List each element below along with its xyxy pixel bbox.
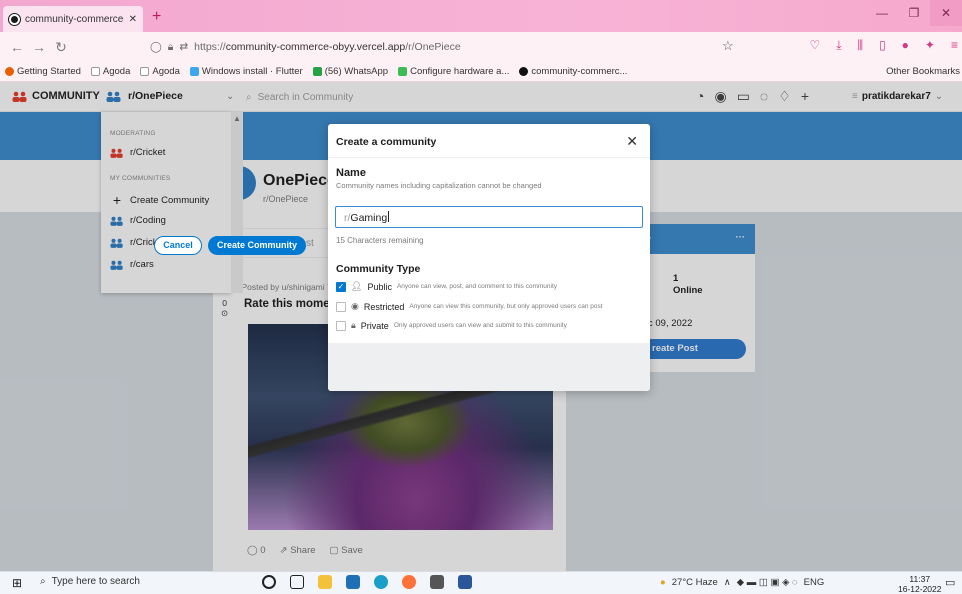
bookmark-item[interactable]: community-commerc... xyxy=(519,66,627,77)
firefox-icon[interactable] xyxy=(402,575,416,589)
person-icon: 👤︎ xyxy=(351,281,363,291)
type-option-public[interactable]: ✓ 👤︎ Public Anyone can view, post, and c… xyxy=(336,281,557,292)
restore-icon[interactable]: ❐ xyxy=(898,0,930,26)
modal-footer xyxy=(328,343,650,391)
file-explorer-icon[interactable] xyxy=(318,575,332,589)
site-favicon-icon xyxy=(9,13,20,25)
search-icon: ⌕ xyxy=(40,576,46,587)
address-bar[interactable]: ◯ 🔒︎ ⇄ https://community-commerce-obyy.v… xyxy=(150,36,750,58)
bookmark-item[interactable]: Agoda xyxy=(140,66,180,77)
public-checkbox[interactable]: ✓ xyxy=(336,281,346,292)
pocket-icon[interactable]: ♡ xyxy=(809,38,820,53)
create-community-button[interactable]: Create Community xyxy=(208,236,306,255)
extensions-icon[interactable]: ✦ xyxy=(925,38,935,53)
word-icon[interactable] xyxy=(458,575,472,589)
reload-icon[interactable]: ↻ xyxy=(50,39,72,56)
name-label: Name xyxy=(336,167,366,179)
download-icon[interactable]: ⤓ xyxy=(836,38,841,53)
window-controls: — ❐ ✕ xyxy=(866,0,962,32)
browser-tab-bar: community-commerce-obyy.ve ✕ + — ❐ ✕ xyxy=(0,0,962,32)
private-checkbox[interactable] xyxy=(336,320,346,331)
taskbar-search[interactable]: ⌕ Type here to search xyxy=(40,576,140,587)
permissions-icon: ⇄ xyxy=(179,41,189,53)
bookmarks-bar: Getting Started Agoda Agoda Windows inst… xyxy=(0,62,962,82)
eye-icon: ◉ xyxy=(351,301,359,311)
divider xyxy=(328,157,650,158)
other-bookmarks[interactable]: Other Bookmarks xyxy=(886,66,960,77)
forward-icon[interactable]: → xyxy=(28,39,50,55)
close-icon[interactable]: ✕ xyxy=(626,133,638,150)
type-option-private[interactable]: 🔒︎ Private Only approved users can view … xyxy=(336,320,567,331)
bookmark-item[interactable]: Configure hardware a... xyxy=(398,66,509,77)
sidebar-icon[interactable]: ▯ xyxy=(879,38,886,53)
store-icon[interactable] xyxy=(346,575,360,589)
task-view-icon[interactable] xyxy=(290,575,304,589)
cortana-icon[interactable] xyxy=(262,575,276,589)
bookmark-star-icon[interactable]: ☆ xyxy=(722,38,734,54)
close-tab-icon[interactable]: ✕ xyxy=(129,14,137,25)
bookmark-item[interactable]: Getting Started xyxy=(5,66,81,77)
cancel-button[interactable]: Cancel xyxy=(154,236,202,255)
menu-icon[interactable]: ≡ xyxy=(951,38,958,53)
community-type-label: Community Type xyxy=(336,263,421,275)
lock-icon: 🔒︎ xyxy=(351,320,356,330)
browser-nav-bar: ← → ↻ ◯ 🔒︎ ⇄ https://community-commerce-… xyxy=(0,32,962,62)
name-hint: Community names including capitalization… xyxy=(336,181,542,190)
chars-remaining: 15 Characters remaining xyxy=(336,236,424,245)
keyboard-icon[interactable] xyxy=(430,575,444,589)
create-community-modal: Create a community ✕ Name Community name… xyxy=(328,124,650,391)
clock[interactable]: 11:37 16-12-2022 xyxy=(898,574,941,594)
minimize-icon[interactable]: — xyxy=(866,0,898,26)
windows-start-icon[interactable]: ⊞ xyxy=(12,576,22,590)
library-icon[interactable]: ⫼ xyxy=(858,38,864,53)
tab-title: community-commerce-obyy.ve xyxy=(25,13,124,25)
url-text: https://community-commerce-obyy.vercel.a… xyxy=(194,41,461,53)
toolbar-icons: ♡ ⤓ ⫼ ▯ ● ✦ ≡ xyxy=(809,38,958,53)
bookmark-item[interactable]: (56) WhatsApp xyxy=(312,66,388,77)
close-window-icon[interactable]: ✕ xyxy=(930,0,962,26)
lock-icon: 🔒︎ xyxy=(167,40,174,53)
restricted-checkbox[interactable] xyxy=(336,301,346,312)
system-tray: ● 27°C Haze ∧ ◆ ▬ ◫ ▣ ◈ ◌ ENG xyxy=(660,577,825,588)
browser-tab[interactable]: community-commerce-obyy.ve ✕ xyxy=(3,6,143,32)
edge-icon[interactable] xyxy=(374,575,388,589)
new-tab-icon[interactable]: + xyxy=(152,8,161,26)
shield-icon: ◯ xyxy=(150,41,162,53)
notifications-icon[interactable]: ▭ xyxy=(945,576,955,589)
bookmark-item[interactable]: Windows install · Flutter xyxy=(189,66,303,77)
modal-title: Create a community xyxy=(336,136,437,148)
weather-icon: ● xyxy=(660,577,666,588)
back-icon[interactable]: ← xyxy=(6,39,28,55)
tray-icons[interactable]: ◆ ▬ ◫ ▣ ◈ ◌ xyxy=(737,577,798,588)
community-name-input[interactable]: r/Gaming xyxy=(335,206,643,228)
bookmark-item[interactable]: Agoda xyxy=(90,66,130,77)
account-icon[interactable]: ● xyxy=(902,38,909,53)
windows-taskbar: ⊞ ⌕ Type here to search ● 27°C Haze ∧ ◆ … xyxy=(0,571,962,594)
tray-chevron-icon[interactable]: ∧ xyxy=(724,577,731,588)
type-option-restricted[interactable]: ◉ Restricted Anyone can view this commun… xyxy=(336,301,603,312)
taskbar-apps xyxy=(262,575,472,589)
